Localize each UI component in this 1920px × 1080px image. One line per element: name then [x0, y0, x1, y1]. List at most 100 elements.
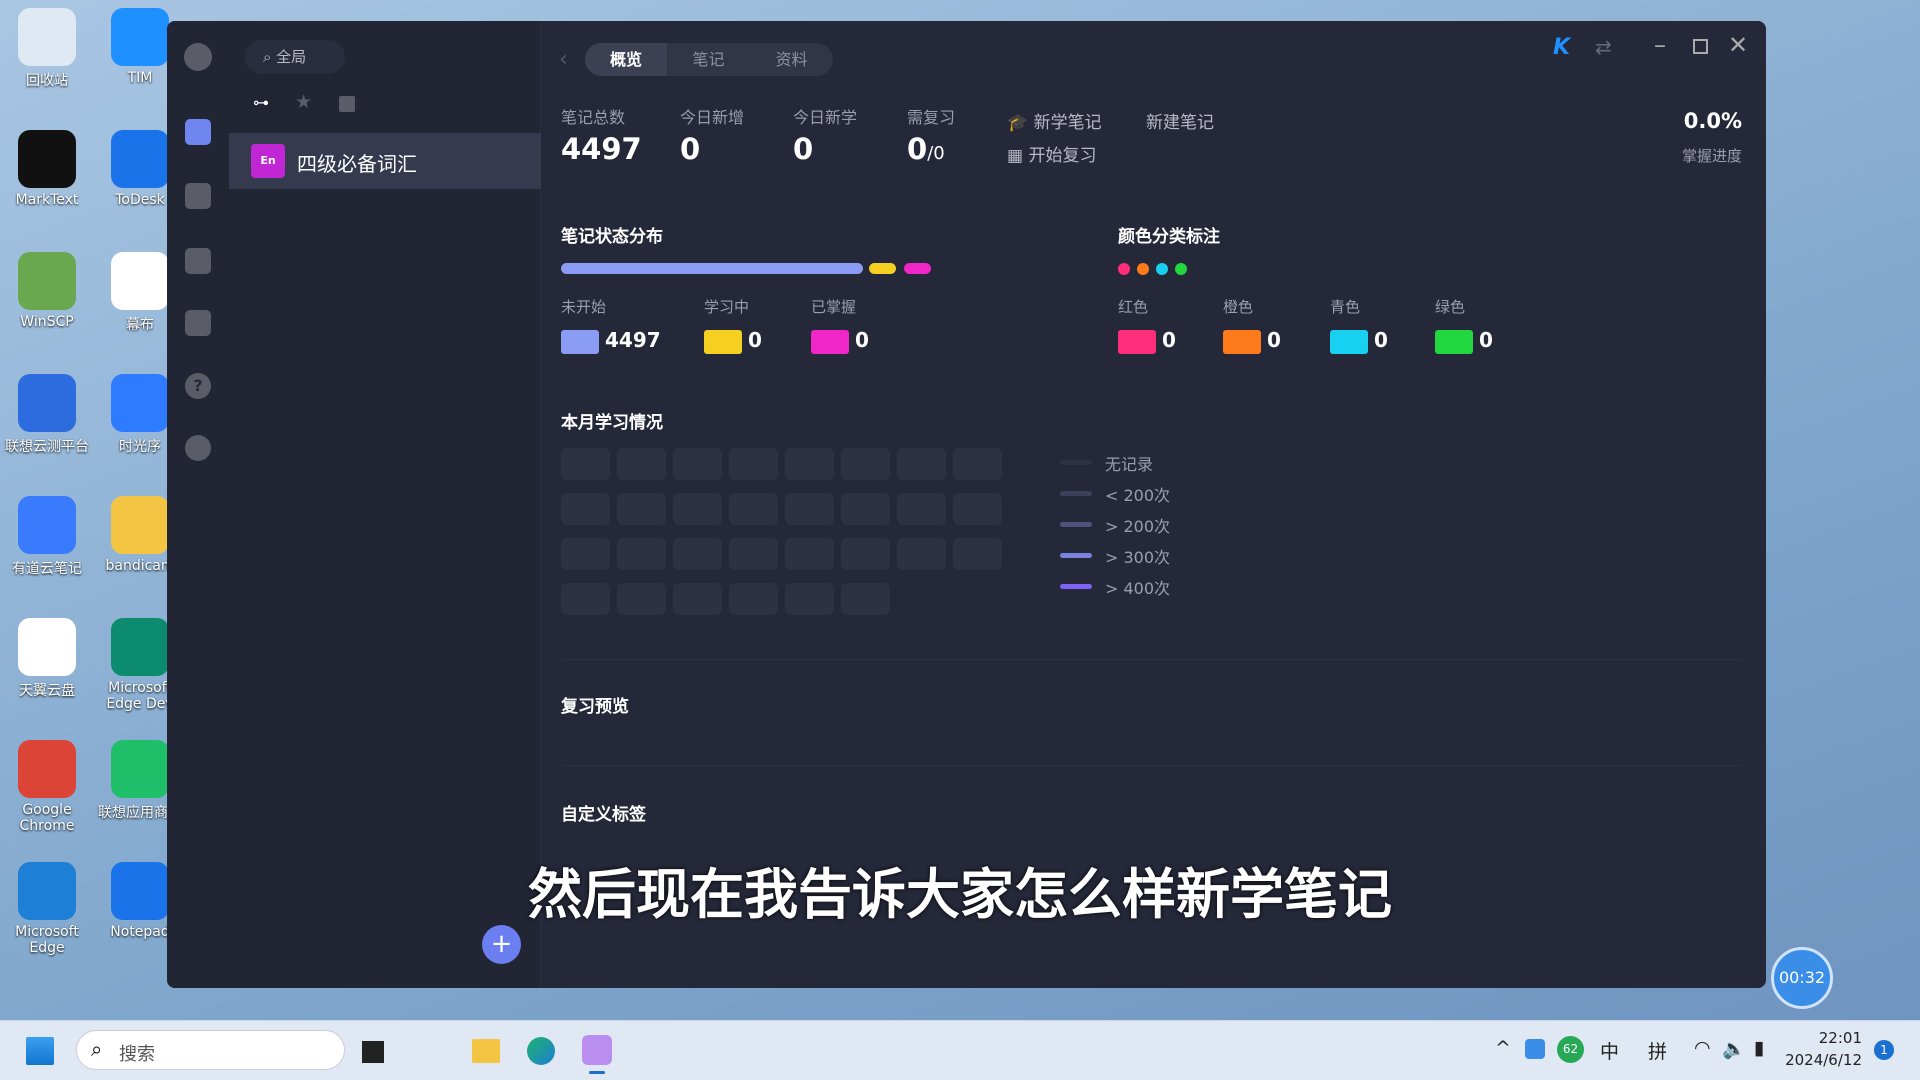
calendar-day-cell[interactable] — [561, 448, 610, 480]
color-value: 0 — [1374, 328, 1388, 352]
calendar-day-cell[interactable] — [729, 448, 778, 480]
avatar[interactable] — [184, 43, 212, 71]
status-swatch — [811, 330, 849, 354]
desktop-icon[interactable]: 回收站 — [0, 8, 97, 90]
monthly-title: 本月学习情况 — [561, 413, 663, 433]
learn-button[interactable]: 🎓 新学笔记 — [1007, 108, 1102, 133]
search-icon: ⌕ — [263, 48, 277, 66]
desktop-icon-image — [18, 740, 76, 798]
calendar-day-cell[interactable] — [897, 448, 946, 480]
calendar-day-cell[interactable] — [841, 448, 890, 480]
app-taskbar-icon[interactable] — [582, 1035, 612, 1065]
calendar-day-cell[interactable] — [673, 583, 722, 615]
battery-icon[interactable]: ▮ — [1754, 1037, 1764, 1059]
ime-mode[interactable]: 中 — [1600, 1037, 1619, 1064]
legend-swatch — [1060, 460, 1092, 465]
close-button[interactable]: ✕ — [1728, 31, 1748, 59]
start-icon[interactable] — [26, 1037, 54, 1065]
calendar-day-cell[interactable] — [561, 493, 610, 525]
archive-icon[interactable] — [339, 96, 355, 112]
calendar-day-cell[interactable] — [841, 538, 890, 570]
calendar-day-cell[interactable] — [617, 448, 666, 480]
color-swatch — [1435, 330, 1473, 354]
divider — [561, 765, 1741, 766]
calendar-day-cell[interactable] — [841, 583, 890, 615]
tray-badge-icon[interactable]: 62 — [1557, 1036, 1584, 1063]
calendar-day-cell[interactable] — [841, 493, 890, 525]
calendar-day-cell[interactable] — [729, 583, 778, 615]
notebook-icon[interactable] — [185, 119, 211, 145]
desktop-icon-label: 有道云笔记 — [12, 561, 82, 577]
wifi-icon[interactable]: ◠ — [1694, 1037, 1711, 1059]
puzzle-icon[interactable] — [185, 248, 211, 274]
desktop-icon-image — [18, 496, 76, 554]
tree-icon[interactable]: ⊶ — [253, 93, 269, 112]
help-icon[interactable]: ? — [185, 373, 211, 399]
star-icon[interactable]: ★ — [295, 91, 312, 113]
calendar-day-cell[interactable] — [617, 538, 666, 570]
color-dot — [1118, 263, 1130, 275]
calendar-day-cell[interactable] — [673, 538, 722, 570]
desktop-icon[interactable]: MarkText — [0, 130, 97, 208]
desktop-icon-label: 天翼云盘 — [19, 683, 75, 699]
tray-app-icon[interactable] — [1525, 1039, 1545, 1059]
status-swatch — [561, 330, 599, 354]
calendar-day-cell[interactable] — [617, 493, 666, 525]
add-button[interactable]: + — [482, 925, 521, 964]
calendar-day-cell[interactable] — [673, 448, 722, 480]
desktop-icon[interactable]: 有道云笔记 — [0, 496, 97, 578]
clock-time[interactable]: 22:01 — [1819, 1029, 1862, 1047]
color-swatch — [1223, 330, 1261, 354]
swap-icon[interactable]: ⇄ — [1595, 35, 1612, 59]
search-button[interactable]: ⌕ 全局 — [245, 40, 345, 74]
taskbar-search[interactable]: ⌕ 搜索 — [76, 1030, 345, 1070]
create-note-button[interactable]: 新建笔记 — [1146, 108, 1214, 133]
status-value: 4497 — [605, 328, 661, 352]
notification-badge[interactable]: 1 — [1874, 1040, 1894, 1060]
tab-notes[interactable]: 笔记 — [667, 43, 750, 76]
desktop-icon[interactable]: WinSCP — [0, 252, 97, 330]
ime-pinyin[interactable]: 拼 — [1648, 1037, 1667, 1064]
edge-icon[interactable] — [527, 1037, 555, 1065]
calendar-day-cell[interactable] — [785, 493, 834, 525]
task-view-icon[interactable] — [362, 1041, 384, 1063]
calendar-day-cell[interactable] — [953, 493, 1002, 525]
tab-overview[interactable]: 概览 — [585, 43, 667, 76]
calendar-day-cell[interactable] — [561, 538, 610, 570]
calendar-day-cell[interactable] — [673, 493, 722, 525]
desktop-icon[interactable]: 联想云测平台 — [0, 374, 97, 456]
library-icon[interactable] — [185, 183, 211, 209]
taskbar: ⌕ 搜索 ^ 62 中 拼 ◠ 🔈 ▮ 22:01 2024/6/12 1 — [0, 1020, 1920, 1080]
calendar-day-cell[interactable] — [897, 493, 946, 525]
calendar-day-cell[interactable] — [729, 538, 778, 570]
calendar-day-cell[interactable] — [953, 538, 1002, 570]
color-swatch — [1118, 330, 1156, 354]
calendar-day-cell[interactable] — [785, 448, 834, 480]
clock-date[interactable]: 2024/6/12 — [1785, 1051, 1862, 1069]
calendar-day-cell[interactable] — [785, 583, 834, 615]
calendar-day-cell[interactable] — [729, 493, 778, 525]
custom-tags-title: 自定义标签 — [561, 805, 646, 825]
notebook-item[interactable]: En 四级必备词汇 — [229, 133, 541, 189]
volume-icon[interactable]: 🔈 — [1722, 1037, 1746, 1060]
minimize-button[interactable]: – — [1654, 31, 1666, 59]
calendar-day-cell[interactable] — [897, 538, 946, 570]
status-value: 0 — [855, 328, 869, 352]
back-icon[interactable]: ‹ — [559, 47, 568, 72]
tray-expand-icon[interactable]: ^ — [1495, 1037, 1511, 1059]
desktop-icon[interactable]: Google Chrome — [0, 740, 97, 834]
recording-timer[interactable]: 00:32 — [1771, 947, 1833, 1009]
shop-bag-icon[interactable] — [185, 310, 211, 336]
calendar-day-cell[interactable] — [785, 538, 834, 570]
tab-materials[interactable]: 资料 — [750, 43, 833, 76]
settings-icon[interactable] — [185, 435, 211, 461]
calendar-day-cell[interactable] — [953, 448, 1002, 480]
maximize-button[interactable] — [1693, 39, 1708, 54]
file-explorer-icon[interactable] — [472, 1039, 500, 1063]
desktop-icon[interactable]: 天翼云盘 — [0, 618, 97, 700]
calendar-day-cell[interactable] — [561, 583, 610, 615]
calendar-day-cell[interactable] — [617, 583, 666, 615]
start-review-button[interactable]: ▦ 开始复习 — [1007, 141, 1096, 166]
app-logo-icon[interactable]: K — [1553, 35, 1570, 60]
desktop-icon-label: 回收站 — [26, 73, 68, 89]
